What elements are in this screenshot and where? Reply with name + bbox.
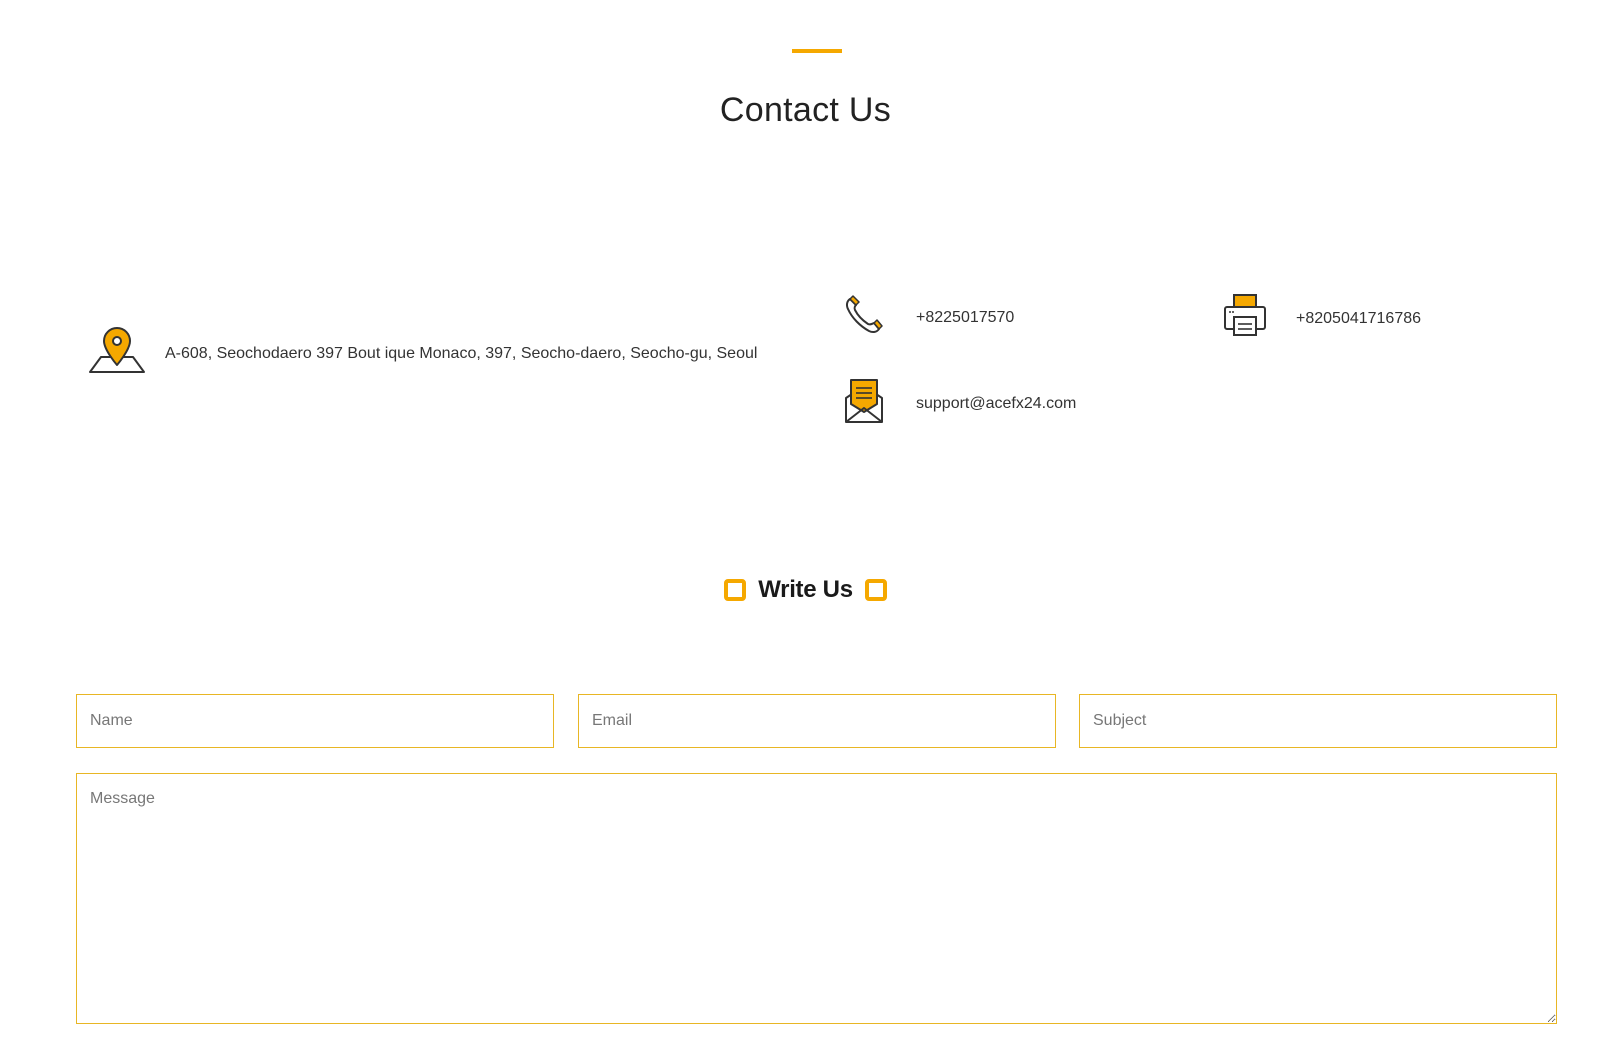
address-item: A-608, Seochodaero 397 Bout ique Monaco,…: [87, 325, 757, 382]
write-us-title: Write Us: [758, 576, 853, 603]
title-accent-bar: [792, 49, 842, 53]
address-text: A-608, Seochodaero 397 Bout ique Monaco,…: [165, 344, 758, 362]
map-pin-icon: [87, 325, 147, 382]
fax-number: +8205041716786: [1296, 309, 1422, 327]
email-item: support@acefx24.com: [844, 378, 1076, 429]
email-address[interactable]: support@acefx24.com: [916, 395, 1076, 413]
envelope-icon: [844, 378, 884, 429]
phone-item: +8225017570: [844, 295, 1014, 340]
fax-printer-icon: [1222, 293, 1268, 344]
message-textarea[interactable]: [76, 773, 1557, 1024]
email-input[interactable]: [578, 694, 1056, 748]
page-title: Contact Us: [719, 90, 892, 129]
write-us-heading: Write Us: [0, 576, 1611, 604]
subject-input[interactable]: [1079, 694, 1557, 748]
name-input[interactable]: [76, 694, 554, 748]
square-outline-icon: [724, 579, 747, 601]
phone-icon: [844, 295, 884, 340]
phone-number[interactable]: +8225017570: [916, 309, 1014, 327]
square-outline-icon: [864, 579, 887, 601]
fax-item: +8205041716786: [1222, 293, 1421, 344]
